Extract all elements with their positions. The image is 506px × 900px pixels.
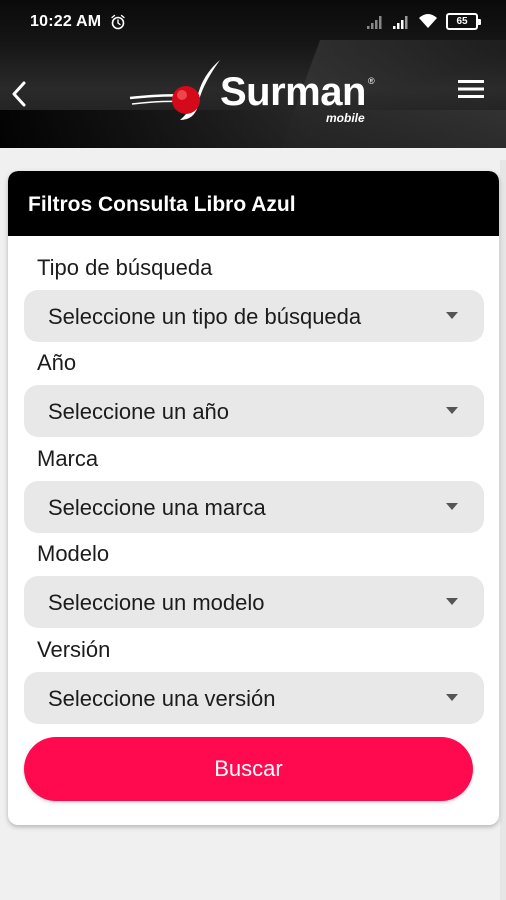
status-bar: 10:22 AM 65 — [0, 0, 506, 44]
select-modelo[interactable]: Seleccione un modelo — [24, 576, 484, 628]
select-marca[interactable]: Seleccione una marca — [24, 481, 484, 533]
dropdown-arrow-icon — [446, 312, 458, 319]
label-marca: Marca — [37, 446, 99, 471]
card-header: Filtros Consulta Libro Azul — [8, 171, 499, 236]
status-time: 10:22 AM — [30, 13, 102, 30]
dropdown-arrow-icon — [446, 407, 458, 414]
alarm-icon — [111, 14, 125, 30]
surman-logo: Surman ® mobile — [128, 58, 388, 128]
select-anio[interactable]: Seleccione un año — [24, 385, 484, 437]
wifi-icon — [419, 14, 437, 28]
select-value: Seleccione un tipo de búsqueda — [48, 304, 362, 329]
scroll-edge — [500, 160, 506, 900]
select-value: Seleccione una versión — [48, 686, 276, 711]
select-tipo-busqueda[interactable]: Seleccione un tipo de búsqueda — [24, 290, 484, 342]
logo-subtitle: mobile — [326, 111, 365, 125]
buscar-button[interactable]: Buscar — [24, 737, 473, 801]
select-version[interactable]: Seleccione una versión — [24, 672, 484, 724]
select-value: Seleccione un modelo — [48, 590, 265, 615]
buscar-button-label: Buscar — [214, 756, 283, 781]
logo-wordmark: Surman — [220, 70, 366, 114]
signal-icon — [393, 16, 408, 29]
logo-registered-mark: ® — [368, 76, 375, 86]
filters-card: Filtros Consulta Libro Azul Tipo de búsq… — [8, 171, 499, 825]
card-title: Filtros Consulta Libro Azul — [28, 193, 296, 216]
label-modelo: Modelo — [37, 541, 110, 566]
label-anio: Año — [37, 350, 77, 375]
back-button[interactable] — [4, 74, 34, 114]
signal-icon — [367, 16, 382, 29]
dropdown-arrow-icon — [446, 694, 458, 701]
chevron-left-icon — [12, 81, 26, 107]
app-header: 10:22 AM 65 Surman ® mobile — [0, 0, 506, 148]
select-value: Seleccione una marca — [48, 495, 266, 520]
menu-button[interactable] — [454, 74, 488, 104]
label-tipo-busqueda: Tipo de búsqueda — [37, 255, 213, 280]
select-value: Seleccione un año — [48, 399, 230, 424]
hamburger-menu-icon — [458, 80, 484, 98]
dropdown-arrow-icon — [446, 503, 458, 510]
app-bar: Surman ® mobile — [0, 44, 506, 148]
battery-level: 65 — [456, 15, 468, 27]
label-version: Versión — [37, 637, 111, 662]
dropdown-arrow-icon — [446, 598, 458, 605]
logo-swoosh-icon — [129, 60, 220, 120]
battery-icon: 65 — [446, 13, 481, 30]
